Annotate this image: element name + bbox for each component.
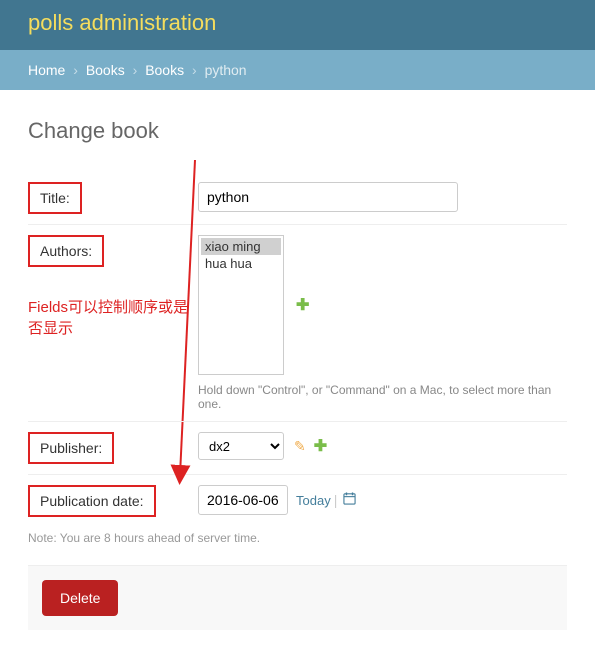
annotation-text: Fields可以控制顺序或是否显示: [28, 297, 188, 339]
label-publisher: Publisher:: [28, 432, 114, 464]
calendar-icon[interactable]: [343, 492, 356, 508]
site-title-link[interactable]: polls administration: [28, 10, 216, 35]
field-row-authors: Authors: Fields可以控制顺序或是否显示 xiao ming hua…: [28, 225, 567, 422]
plus-icon[interactable]: ✚: [296, 295, 309, 315]
breadcrumb-home[interactable]: Home: [28, 62, 65, 78]
field-row-publisher: Publisher: dx2 ✎ ✚: [28, 422, 567, 475]
pipe-separator: |: [334, 492, 338, 508]
pencil-icon[interactable]: ✎: [294, 438, 306, 455]
breadcrumb-app[interactable]: Books: [86, 62, 125, 78]
authors-help: Hold down "Control", or "Command" on a M…: [198, 383, 567, 411]
publisher-select[interactable]: dx2: [198, 432, 284, 460]
chevron-right-icon: ›: [73, 62, 78, 78]
label-pubdate: Publication date:: [28, 485, 156, 517]
breadcrumb: Home › Books › Books › python: [0, 50, 595, 90]
title-input[interactable]: [198, 182, 458, 212]
today-link[interactable]: Today: [296, 493, 331, 508]
delete-button[interactable]: Delete: [42, 580, 118, 616]
authors-select[interactable]: xiao ming hua hua: [198, 235, 284, 375]
breadcrumb-current: python: [205, 62, 247, 78]
submit-row: Delete: [28, 565, 567, 630]
pubdate-input[interactable]: [198, 485, 288, 515]
plus-icon[interactable]: ✚: [314, 436, 327, 456]
label-title: Title:: [28, 182, 82, 214]
field-row-title: Title:: [28, 172, 567, 225]
breadcrumb-model[interactable]: Books: [145, 62, 184, 78]
author-option[interactable]: hua hua: [201, 255, 281, 272]
admin-header: polls administration: [0, 0, 595, 50]
chevron-right-icon: ›: [133, 62, 138, 78]
page-title: Change book: [28, 118, 567, 144]
author-option[interactable]: xiao ming: [201, 238, 281, 255]
chevron-right-icon: ›: [192, 62, 197, 78]
field-row-pubdate: Publication date: Today |: [28, 475, 567, 527]
label-authors: Authors:: [28, 235, 104, 267]
timezone-note: Note: You are 8 hours ahead of server ti…: [28, 531, 567, 545]
